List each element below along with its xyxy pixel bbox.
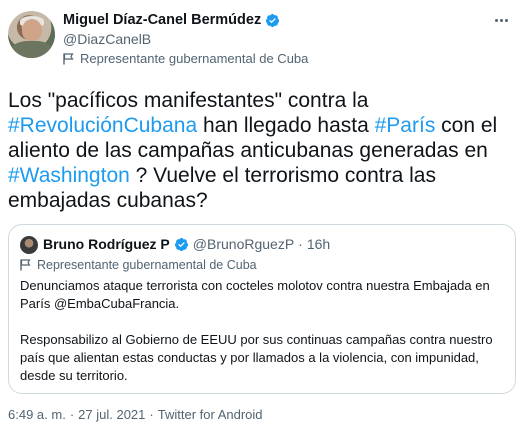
tweet-date[interactable]: 27 jul. 2021 xyxy=(78,407,145,422)
author-government-label[interactable]: Representante gubernamental de Cuba xyxy=(63,51,308,66)
tweet-card: Miguel Díaz-Canel Bermúdez @DiazCanelB R… xyxy=(0,0,525,439)
author-display-name[interactable]: Miguel Díaz-Canel Bermúdez xyxy=(63,12,261,28)
quoted-tweet[interactable]: Bruno Rodríguez P @BrunoRguezP · 16h Rep… xyxy=(8,224,516,394)
verified-badge-icon xyxy=(174,237,188,251)
tweet-text: Los "pacíficos manifestantes" contra la … xyxy=(8,88,513,213)
quote-paragraph-2: Responsabilizo al Gobierno de EEUU por s… xyxy=(20,332,493,383)
quote-government-label: Representante gubernamental de Cuba xyxy=(20,258,257,272)
verified-badge-icon xyxy=(266,13,280,27)
quote-author-handle: @BrunoRguezP xyxy=(192,236,295,252)
quote-label-text: Representante gubernamental de Cuba xyxy=(37,258,257,272)
more-icon[interactable] xyxy=(491,10,511,30)
quote-author-display-name: Bruno Rodríguez P xyxy=(43,236,170,252)
quote-paragraph-1: Denunciamos ataque terrorista con coctel… xyxy=(20,278,490,311)
tweet-footer: 6:49 a. m. · 27 jul. 2021 · Twitter for … xyxy=(8,407,263,422)
quote-time: 16h xyxy=(306,236,331,252)
footer-separator: · xyxy=(149,407,154,422)
hashtag-paris[interactable]: #París xyxy=(375,114,436,137)
author-avatar[interactable] xyxy=(8,11,55,58)
author-label-text: Representante gubernamental de Cuba xyxy=(80,51,309,66)
hashtag-washington[interactable]: #Washington xyxy=(8,164,130,187)
flag-icon xyxy=(20,259,31,271)
footer-separator: · xyxy=(69,407,75,422)
hashtag-revolucion-cubana[interactable]: #RevoluciónCubana xyxy=(8,114,197,137)
author-handle[interactable]: @DiazCanelB xyxy=(63,31,151,47)
flag-icon xyxy=(63,52,74,64)
quote-author-row: Bruno Rodríguez P @BrunoRguezP · 16h xyxy=(43,236,330,252)
quote-author-avatar xyxy=(20,236,38,254)
tweet-text-segment: han llegado hasta xyxy=(197,114,375,137)
tweet-time[interactable]: 6:49 a. m. xyxy=(8,407,66,422)
quote-text: Denunciamos ataque terrorista con coctel… xyxy=(20,277,505,403)
tweet-text-segment: Los "pacíficos manifestantes" contra la xyxy=(8,89,369,112)
quote-separator: · xyxy=(298,236,303,252)
tweet-source[interactable]: Twitter for Android xyxy=(158,407,263,422)
author-name-row: Miguel Díaz-Canel Bermúdez xyxy=(63,12,280,28)
